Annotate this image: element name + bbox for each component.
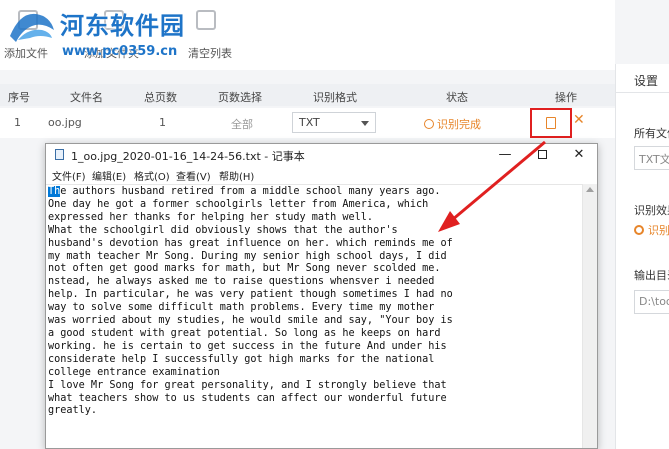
notepad-text-area[interactable]: The authors husband retired from a middl… (46, 184, 582, 448)
text-line: One day he got a former schoolgirls lett… (48, 198, 429, 210)
all-files-label: 所有文件 (634, 127, 669, 140)
header-page-select: 页数选择 (218, 91, 262, 104)
settings-divider (616, 92, 669, 93)
menu-view[interactable]: 查看(V) (176, 168, 211, 183)
document-icon (546, 117, 556, 129)
row-pages: 1 (159, 116, 166, 129)
settings-panel: 设置 所有文件 TXT文 识别效果 识别 输出目录 D:\tool (615, 64, 669, 449)
text-line: what teachers show to us students can af… (48, 392, 447, 404)
watermark-url: www.pc0359.cn (62, 44, 178, 59)
menu-help[interactable]: 帮助(H) (219, 168, 254, 183)
header-status: 状态 (446, 91, 468, 104)
recognize-label: 识别效果 (634, 204, 669, 217)
notepad-icon (55, 149, 64, 160)
menu-file[interactable]: 文件(F) (52, 168, 86, 183)
row-page-select[interactable]: 全部 (231, 116, 253, 132)
text-line: husband's devotion has great influence o… (48, 237, 453, 249)
text-line: my math teacher Mr Song. During my senio… (48, 250, 447, 262)
text-line: greatly. (48, 405, 98, 417)
text-line: What the schoolgirl did obviously shows … (48, 224, 398, 236)
header-format: 识别格式 (313, 91, 357, 104)
status-text: 识别完成 (437, 118, 481, 131)
scroll-up-icon[interactable] (586, 187, 594, 192)
text-line: considerate help I successfully got high… (48, 353, 435, 365)
notepad-window: 1_oo.jpg_2020-01-16_14-24-56.txt - 记事本 —… (45, 143, 598, 449)
watermark: 河东软件园 www.pc0359.cn (0, 0, 200, 68)
header-filename: 文件名 (70, 91, 103, 104)
table-row[interactable]: 1 oo.jpg 1 全部 TXT 识别完成 (0, 108, 615, 138)
maximize-icon (537, 150, 547, 159)
text-line: a good student with great potential. So … (48, 327, 441, 339)
table-header: 序号 文件名 总页数 页数选择 识别格式 状态 操作 (0, 84, 615, 106)
output-path-field[interactable]: D:\tool (634, 290, 669, 314)
text-line: not often get good marks for math, but M… (48, 263, 441, 275)
watermark-logo-icon (10, 13, 54, 42)
header-actions: 操作 (555, 91, 577, 104)
format-select[interactable]: TXT (292, 112, 376, 133)
close-button[interactable]: ✕ (561, 144, 597, 166)
text-line: college entrance examination (48, 366, 220, 378)
minimize-button[interactable]: — (487, 144, 523, 166)
row-index: 1 (14, 116, 21, 129)
header-index: 序号 (8, 91, 30, 104)
text-line: expressed her thanks for helping her stu… (48, 211, 374, 223)
text-line: e authors husband retired from a middle … (60, 186, 441, 197)
recognize-radio[interactable]: 识别 (634, 222, 669, 238)
notepad-titlebar[interactable]: 1_oo.jpg_2020-01-16_14-24-56.txt - 记事本 —… (46, 144, 597, 166)
notepad-title: 1_oo.jpg_2020-01-16_14-24-56.txt - 记事本 (71, 150, 305, 163)
open-result-button[interactable] (530, 108, 572, 138)
text-line: was worried about my studies, he would s… (48, 315, 453, 327)
notepad-menubar: 文件(F) 编辑(E) 格式(O) 查看(V) 帮助(H) (46, 166, 597, 184)
row-filename: oo.jpg (48, 116, 82, 129)
watermark-title: 河东软件园 (60, 11, 185, 40)
header-pages: 总页数 (144, 91, 177, 104)
vertical-scrollbar[interactable] (582, 184, 597, 448)
selected-text: Th (48, 186, 61, 197)
chevron-down-icon (361, 121, 369, 126)
format-select-value: TXT (299, 116, 320, 129)
menu-edit[interactable]: 编辑(E) (92, 168, 126, 183)
output-label: 输出目录 (634, 269, 669, 282)
recognize-option: 识别 (648, 224, 669, 237)
menu-format[interactable]: 格式(O) (134, 168, 170, 183)
text-line: help. In particular, he was very patient… (48, 289, 453, 301)
status-label: 识别完成 (424, 116, 481, 132)
text-line: way to solve some difficult math problem… (48, 302, 435, 314)
text-line: nstead, he always asked me to raise ques… (48, 276, 435, 288)
text-line: working. he is certain to get success in… (48, 340, 447, 352)
status-icon (424, 119, 434, 129)
all-files-select[interactable]: TXT文 (634, 146, 669, 170)
text-line: I love Mr Song for great personality, an… (48, 379, 447, 391)
maximize-button[interactable] (524, 144, 560, 166)
radio-icon (634, 225, 644, 235)
delete-icon[interactable]: ✕ (573, 112, 585, 128)
settings-title: 设置 (634, 74, 659, 88)
